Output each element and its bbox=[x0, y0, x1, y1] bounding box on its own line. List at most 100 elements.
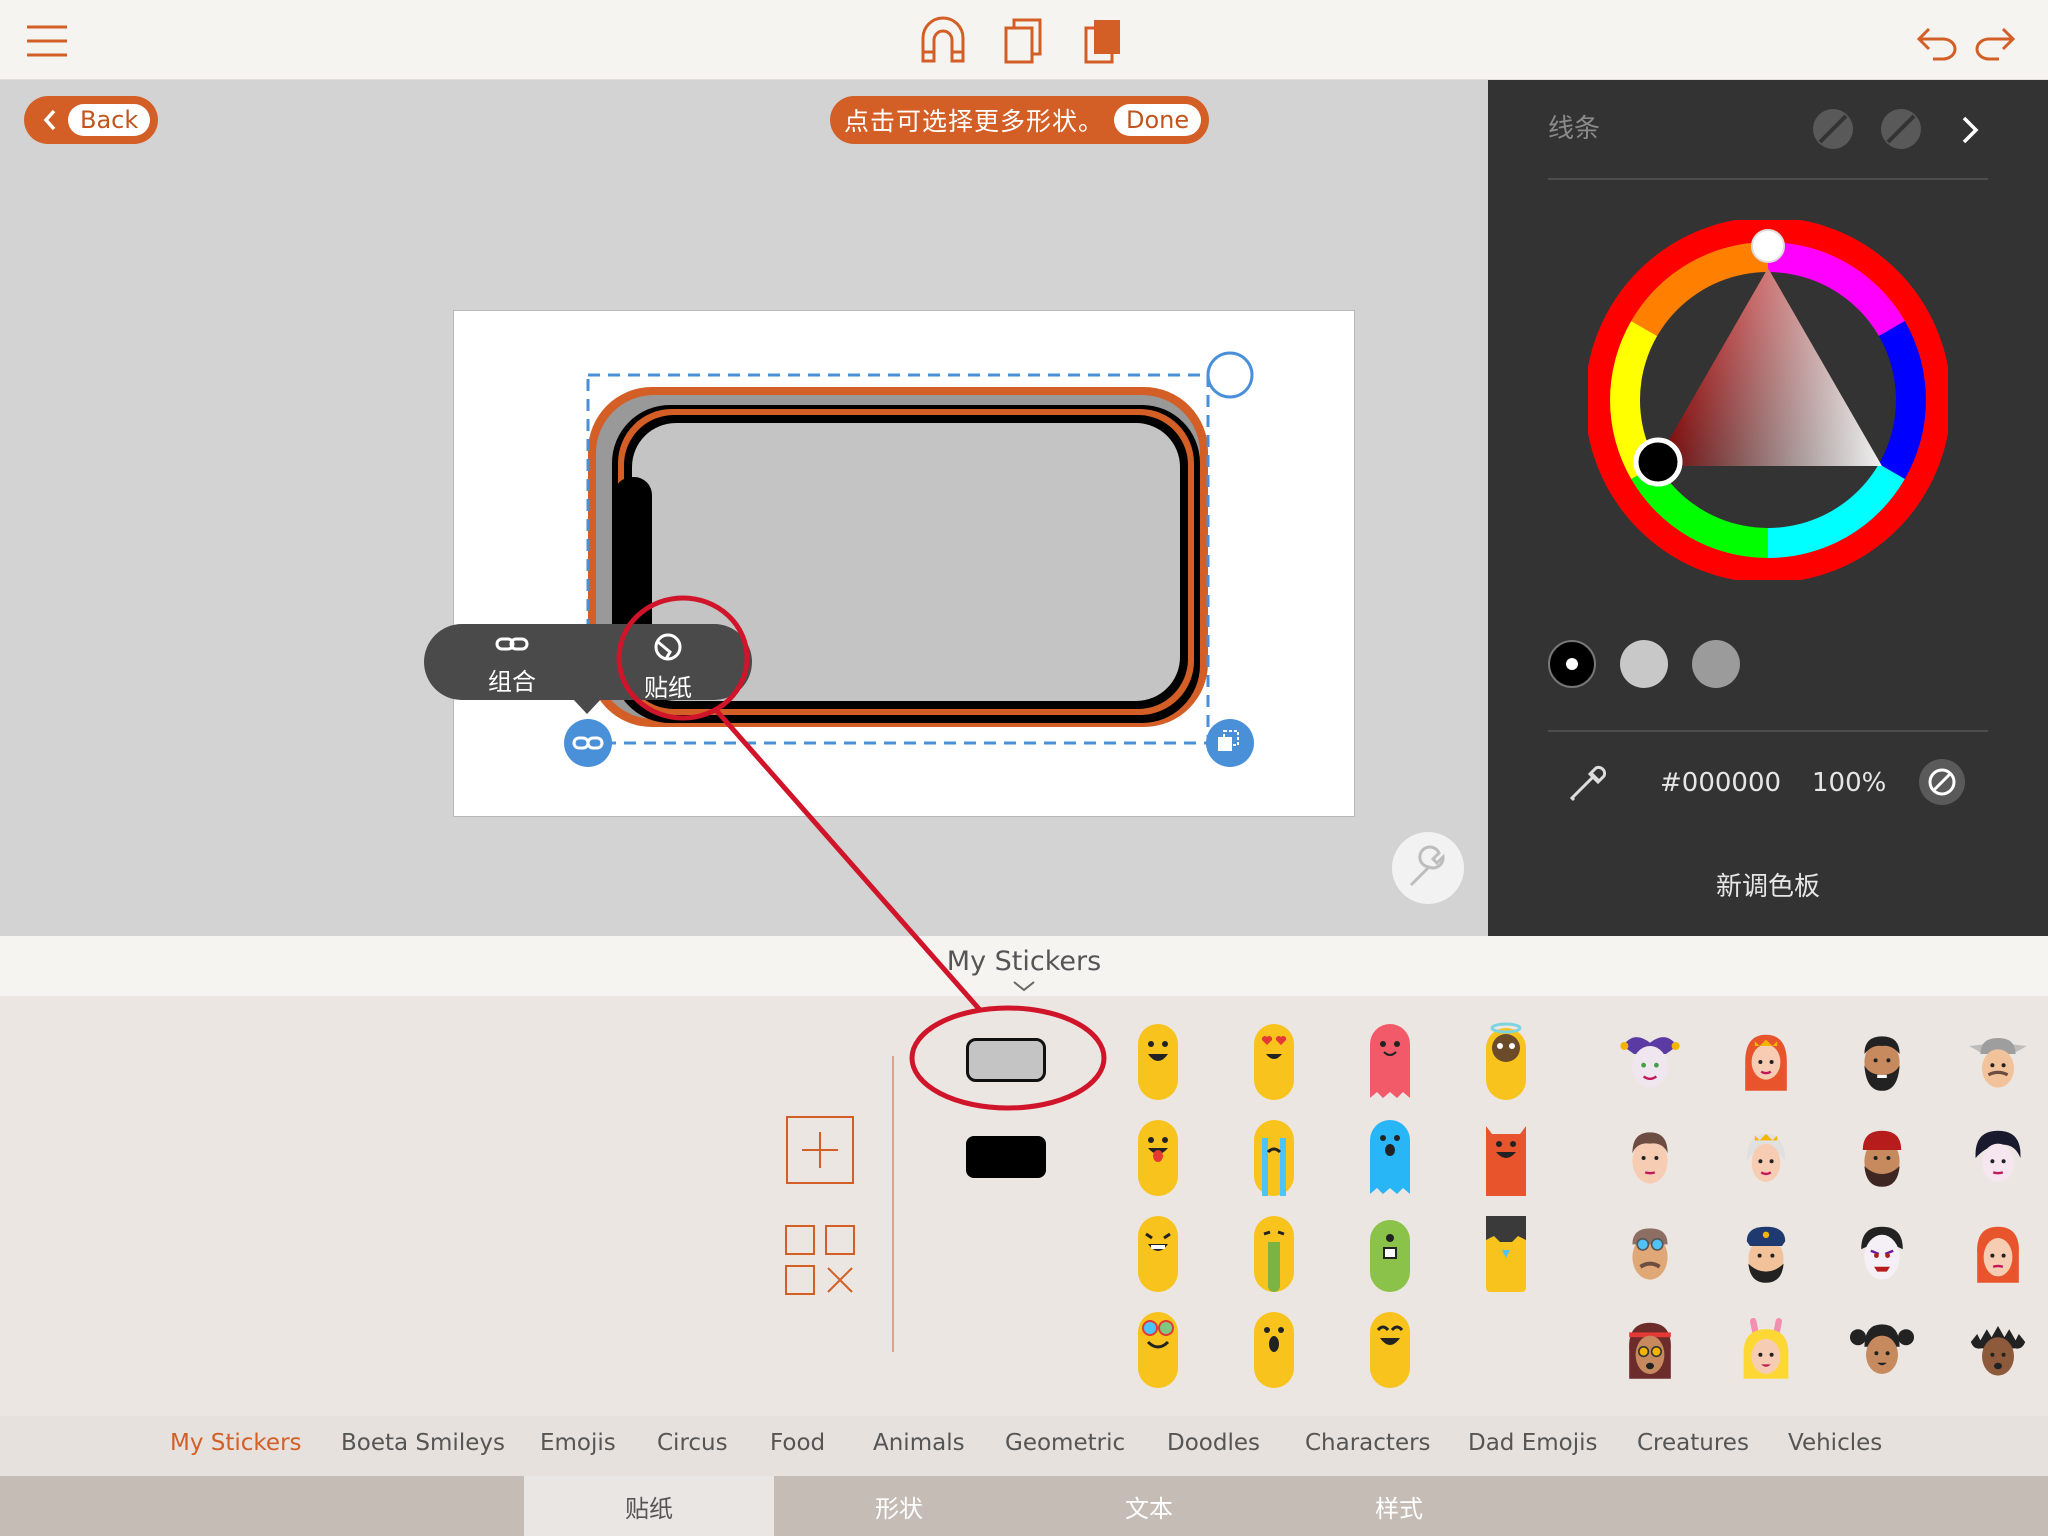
opacity-value[interactable]: 100% bbox=[1812, 768, 1886, 798]
category-dad-emojis[interactable]: Dad Emojis bbox=[1468, 1430, 1598, 1456]
sticker-curly-hair-man[interactable] bbox=[1966, 1310, 2030, 1390]
sticker-tray bbox=[0, 996, 2048, 1416]
sticker-smiley-grin[interactable] bbox=[1126, 1214, 1190, 1294]
sticker-bunny-girl[interactable] bbox=[1734, 1310, 1798, 1390]
paste-icon[interactable] bbox=[1076, 14, 1130, 68]
wrench-button[interactable] bbox=[1392, 832, 1464, 904]
tab-shapes[interactable]: 形状 bbox=[774, 1476, 1024, 1536]
sticker-smiley-glasses[interactable] bbox=[1126, 1310, 1190, 1390]
sticker-bearded-man[interactable] bbox=[1850, 1022, 1914, 1102]
sticker-aviator-man[interactable] bbox=[1618, 1214, 1682, 1294]
category-creatures[interactable]: Creatures bbox=[1637, 1430, 1749, 1456]
sticker-vampire[interactable] bbox=[1850, 1214, 1914, 1294]
sticker-smiley-bat[interactable] bbox=[1474, 1214, 1538, 1294]
sticker-icon bbox=[654, 633, 682, 661]
link-icon bbox=[495, 637, 529, 651]
category-food[interactable]: Food bbox=[770, 1430, 825, 1456]
sticker-man-red-cap[interactable] bbox=[1850, 1118, 1914, 1198]
tab-style[interactable]: 样式 bbox=[1274, 1476, 1524, 1536]
category-geometric[interactable]: Geometric bbox=[1005, 1430, 1125, 1456]
artboard[interactable] bbox=[453, 310, 1355, 817]
tray-divider bbox=[892, 1056, 894, 1352]
chevron-down-icon[interactable] bbox=[1012, 980, 1036, 992]
done-button[interactable]: Done bbox=[1114, 104, 1202, 136]
chevron-left-icon bbox=[43, 109, 56, 131]
panel-divider bbox=[1548, 730, 1988, 732]
sticker-pink-ghost[interactable] bbox=[1358, 1022, 1422, 1102]
sticker-jester-face[interactable] bbox=[1618, 1022, 1682, 1102]
wrench-icon bbox=[1409, 845, 1445, 887]
back-label: Back bbox=[68, 104, 151, 136]
sticker-drawer-title: My Stickers bbox=[946, 946, 1102, 977]
sticker-hippie-man[interactable] bbox=[1618, 1310, 1682, 1390]
sticker-man-brown-hair[interactable] bbox=[1618, 1118, 1682, 1198]
tab-text[interactable]: 文本 bbox=[1024, 1476, 1274, 1536]
sticker-orange-devil[interactable] bbox=[1474, 1118, 1538, 1198]
sticker-smiley-tongue[interactable] bbox=[1126, 1118, 1190, 1198]
group-label: 组合 bbox=[488, 668, 536, 696]
sticker-category-bar: My Stickers Boeta Smileys Emojis Circus … bbox=[0, 1416, 2048, 1476]
sticker-blue-ghost[interactable] bbox=[1358, 1118, 1422, 1198]
new-palette-button[interactable]: 新调色板 bbox=[1488, 866, 2048, 903]
tab-stickers[interactable]: 贴纸 bbox=[524, 1476, 774, 1536]
sticker-smiley-halo[interactable] bbox=[1474, 1022, 1538, 1102]
category-animals[interactable]: Animals bbox=[873, 1430, 965, 1456]
sticker-smiley-shocked[interactable] bbox=[1242, 1310, 1306, 1390]
sticker-redhead-crown[interactable] bbox=[1734, 1022, 1798, 1102]
color-wheel[interactable] bbox=[1588, 220, 1948, 580]
sticker-gray-rounded-rect[interactable] bbox=[966, 1038, 1046, 1082]
plus-icon bbox=[802, 1132, 838, 1168]
hex-value[interactable]: #000000 bbox=[1660, 768, 1781, 798]
canvas-area[interactable]: Back 点击可选择更多形状。 Done 组合 贴纸 bbox=[0, 80, 1488, 936]
selected-shape[interactable] bbox=[454, 311, 1356, 818]
sticker-smiley-happy[interactable] bbox=[1358, 1310, 1422, 1390]
sticker-redhead-woman[interactable] bbox=[1966, 1214, 2030, 1294]
eyedropper-icon[interactable] bbox=[1566, 758, 1614, 806]
swatch-light-gray[interactable] bbox=[1620, 640, 1668, 688]
sticker-blonde-queen[interactable] bbox=[1734, 1118, 1798, 1198]
sticker-drawer-header[interactable]: My Stickers bbox=[0, 936, 2048, 996]
menu-icon[interactable] bbox=[20, 14, 74, 68]
manage-stickers-icon[interactable] bbox=[784, 1224, 856, 1296]
stroke-label: 线条 bbox=[1548, 114, 1601, 144]
category-circus[interactable]: Circus bbox=[657, 1430, 728, 1456]
swatch-black[interactable] bbox=[1548, 640, 1596, 688]
hint-text: 点击可选择更多形状。 bbox=[844, 107, 1105, 136]
sticker-green-monster[interactable] bbox=[1358, 1214, 1422, 1294]
no-stroke-icon[interactable] bbox=[1880, 108, 1922, 150]
sticker-pigtails-girl[interactable] bbox=[1850, 1310, 1914, 1390]
back-button[interactable]: Back bbox=[24, 96, 159, 144]
sticker-pale-dark-hair[interactable] bbox=[1966, 1118, 2030, 1198]
category-boeta-smileys[interactable]: Boeta Smileys bbox=[341, 1430, 505, 1456]
sticker-label: 贴纸 bbox=[644, 674, 692, 702]
hint-pill: 点击可选择更多形状。 Done bbox=[830, 96, 1210, 144]
chevron-right-icon[interactable] bbox=[1958, 114, 1982, 146]
top-toolbar bbox=[0, 0, 2048, 80]
sticker-smiley-laugh[interactable] bbox=[1126, 1022, 1190, 1102]
clear-color-icon[interactable] bbox=[1918, 758, 1966, 806]
bottom-tab-bar: 贴纸 形状 文本 样式 bbox=[0, 1476, 2048, 1536]
category-characters[interactable]: Characters bbox=[1305, 1430, 1431, 1456]
category-emojis[interactable]: Emojis bbox=[540, 1430, 616, 1456]
undo-icon[interactable] bbox=[1910, 14, 1964, 68]
swatch-gray[interactable] bbox=[1692, 640, 1740, 688]
magnet-icon[interactable] bbox=[916, 14, 970, 68]
sticker-smiley-crying[interactable] bbox=[1242, 1118, 1306, 1198]
sticker-police-man[interactable] bbox=[1734, 1214, 1798, 1294]
panel-divider bbox=[1548, 178, 1988, 180]
color-panel: 线条 #000000 100% 新调色板 bbox=[1488, 80, 2048, 936]
sticker-viking-man[interactable] bbox=[1966, 1022, 2030, 1102]
redo-icon[interactable] bbox=[1968, 14, 2022, 68]
sticker-menu-item[interactable]: 贴纸 bbox=[608, 632, 728, 703]
category-doodles[interactable]: Doodles bbox=[1167, 1430, 1260, 1456]
sticker-smiley-heart-eyes[interactable] bbox=[1242, 1022, 1306, 1102]
duplicate-icon[interactable] bbox=[996, 14, 1050, 68]
sticker-smiley-vomit[interactable] bbox=[1242, 1214, 1306, 1294]
category-my-stickers[interactable]: My Stickers bbox=[170, 1430, 302, 1456]
category-vehicles[interactable]: Vehicles bbox=[1788, 1430, 1882, 1456]
no-fill-icon[interactable] bbox=[1812, 108, 1854, 150]
group-menu-item[interactable]: 组合 bbox=[452, 632, 572, 697]
menu-pointer bbox=[572, 698, 602, 714]
sticker-black-rounded-rect[interactable] bbox=[966, 1136, 1046, 1178]
add-sticker-button[interactable] bbox=[786, 1116, 854, 1184]
